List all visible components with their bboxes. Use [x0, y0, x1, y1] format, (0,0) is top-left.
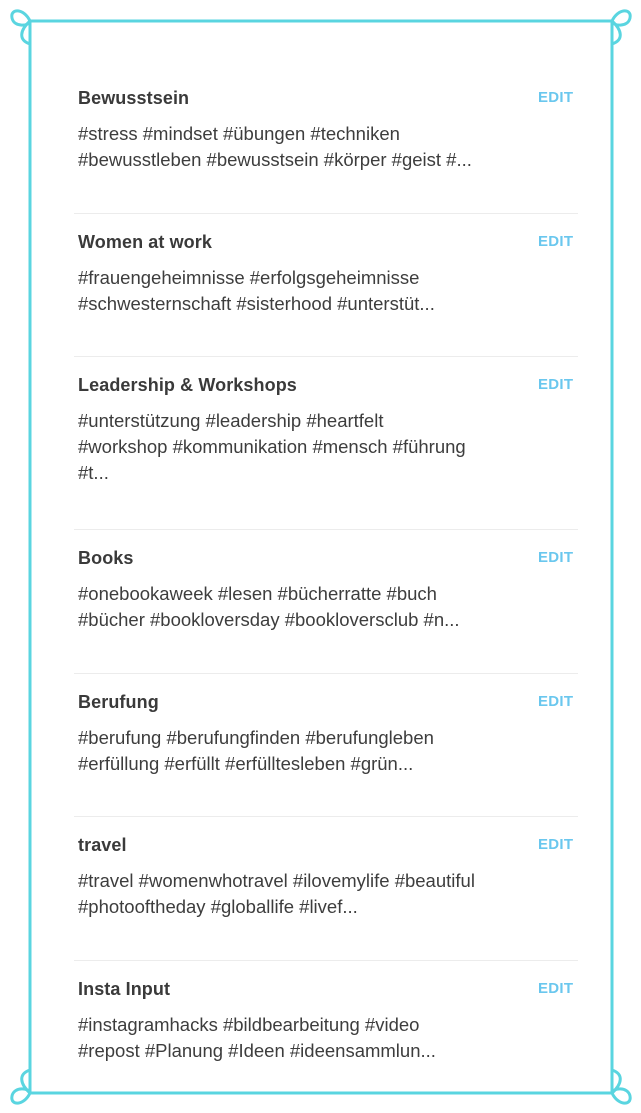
group-hashtags: #stress #mindset #übungen #techniken #be…	[78, 123, 472, 170]
hashtag-group: Leadership & Workshops EDIT #unterstützu…	[74, 357, 578, 530]
edit-button[interactable]: EDIT	[538, 980, 578, 997]
edit-button[interactable]: EDIT	[538, 89, 578, 106]
group-title: travel	[78, 835, 127, 855]
group-hashtags: #instagramhacks #bildbearbeitung #video …	[78, 1013, 436, 1061]
group-title: Insta Input	[78, 978, 171, 999]
group-title: Books	[78, 548, 134, 568]
group-title: Leadership & Workshops	[78, 375, 297, 395]
edit-button[interactable]: EDIT	[538, 549, 578, 566]
edit-button[interactable]: EDIT	[538, 376, 578, 393]
edit-button[interactable]: EDIT	[538, 693, 578, 710]
group-hashtags: #onebookaweek #lesen #bücherratte #buch …	[78, 583, 460, 630]
group-title: Women at work	[78, 231, 212, 252]
group-title: Berufung	[78, 691, 159, 712]
hashtag-group: Books EDIT #onebookaweek #lesen #bücherr…	[74, 530, 578, 674]
group-hashtags: #frauengeheimnisse #erfolgsgeheimnisse #…	[78, 266, 435, 314]
hashtag-group: travel EDIT #travel #womenwhotravel #ilo…	[74, 817, 578, 961]
hashtag-group: Berufung EDIT #berufung #berufungfinden …	[74, 674, 578, 817]
group-hashtags: #unterstützung #leadership #heartfelt #w…	[78, 410, 466, 483]
hashtag-group: Bewusstsein EDIT #stress #mindset #übung…	[74, 70, 578, 214]
hashtag-group: Women at work EDIT #frauengeheimnisse #e…	[74, 214, 578, 357]
group-title: Bewusstsein	[78, 88, 190, 108]
group-hashtags: #travel #womenwhotravel #ilovemylife #be…	[78, 870, 475, 917]
edit-button[interactable]: EDIT	[538, 836, 578, 853]
edit-button[interactable]: EDIT	[538, 233, 578, 250]
hashtag-group-list: Bewusstsein EDIT #stress #mindset #übung…	[74, 70, 578, 1100]
hashtag-group: Insta Input EDIT #instagramhacks #bildbe…	[74, 961, 578, 1101]
group-hashtags: #berufung #berufungfinden #berufungleben…	[78, 726, 434, 774]
